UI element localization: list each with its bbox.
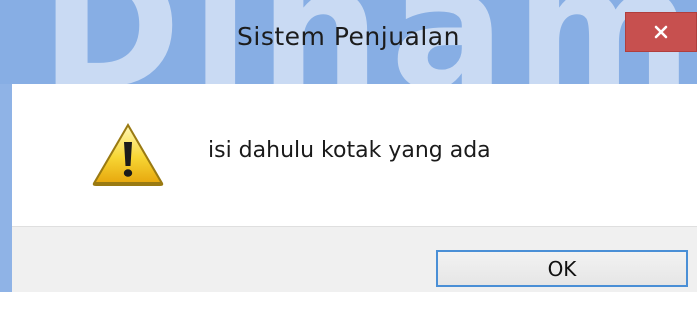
warning-icon xyxy=(92,123,164,186)
close-button[interactable] xyxy=(625,12,697,52)
message-area: isi dahulu kotak yang ada xyxy=(12,84,697,226)
dialog-client-area: isi dahulu kotak yang ada OK xyxy=(12,84,697,292)
background-bottom xyxy=(0,292,697,329)
ok-button[interactable]: OK xyxy=(436,250,688,287)
close-icon xyxy=(654,25,668,39)
screen: Dinam Sistem Penjualan isi dahulu kotak … xyxy=(0,0,697,329)
dialog-button-bar: OK xyxy=(12,226,697,292)
message-text: isi dahulu kotak yang ada xyxy=(208,138,491,163)
dialog-title: Sistem Penjualan xyxy=(237,22,460,51)
